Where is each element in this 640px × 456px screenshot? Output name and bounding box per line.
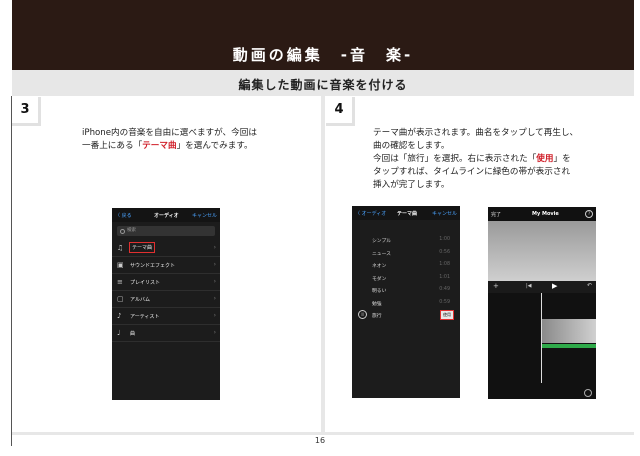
sound-effect-icon: ▣ bbox=[117, 261, 124, 269]
step-4-line3-pre: 今回は「旅行」を選択。右に表示された「 bbox=[373, 154, 537, 164]
audio-item-label: サウンドエフェクト bbox=[130, 263, 176, 269]
track-duration: 1:01 bbox=[439, 274, 450, 280]
left-margin-line bbox=[11, 96, 12, 446]
cancel-button[interactable]: キャンセル bbox=[432, 210, 457, 217]
track-row[interactable]: 勉強 0:59 bbox=[352, 297, 460, 310]
track-row[interactable]: シンプル 1:00 bbox=[352, 234, 460, 247]
subheader-bar: 編集した動画に音楽を付ける bbox=[12, 70, 634, 96]
pause-icon[interactable]: II bbox=[358, 310, 367, 319]
step-4-line3-post: 」を bbox=[553, 154, 571, 164]
section-title: 編集した動画に音楽を付ける bbox=[238, 78, 408, 92]
track-duration: 0:49 bbox=[439, 287, 450, 292]
help-icon[interactable]: ? bbox=[585, 210, 593, 218]
track-duration: 1:08 bbox=[439, 262, 450, 267]
step-number-4: 4 bbox=[326, 97, 355, 126]
track-duration: 0:56 bbox=[439, 249, 450, 255]
track-row[interactable]: 明るい 0:49 bbox=[352, 284, 460, 297]
step-3-line1: iPhone内の音楽を自由に選べますが、今回は bbox=[82, 128, 257, 138]
track-name: モダン bbox=[372, 276, 387, 282]
chevron-right-icon: › bbox=[213, 312, 216, 319]
song-icon: ♩ bbox=[117, 329, 121, 337]
step-3-line2: 一番上にある「テーマ曲」を選んでみます。 bbox=[82, 140, 302, 153]
step-4-highlight: 使用 bbox=[536, 154, 554, 164]
step-4-line1: テーマ曲が表示されます。曲名をタップして再生し、 bbox=[373, 128, 579, 138]
step-3-line2-post: 」を選んでみます。 bbox=[176, 141, 253, 151]
theme-title: テーマ曲 bbox=[397, 211, 418, 217]
page-number: 16 bbox=[314, 436, 326, 445]
playlist-icon: ≡ bbox=[117, 278, 123, 286]
page-title: 動画の編集 -音 楽- bbox=[232, 46, 414, 64]
header-bar: 動画の編集 -音 楽- bbox=[12, 0, 634, 70]
imovie-screen: 完了 My Movie ? + |◀ ▶ ↶ bbox=[488, 207, 596, 399]
chevron-right-icon: › bbox=[213, 278, 216, 285]
audio-nav-bar: 〈 戻る オーディオ キャンセル bbox=[112, 208, 220, 222]
audio-item-label: アルバム bbox=[130, 297, 150, 303]
theme-nav-bar: 〈 オーディオ テーマ曲 キャンセル bbox=[352, 206, 460, 220]
step-4-line4: タップすれば、タイムラインに緑色の帯が表示され bbox=[373, 167, 571, 177]
chevron-right-icon: › bbox=[213, 295, 216, 302]
settings-icon[interactable] bbox=[584, 389, 592, 397]
audio-item-songs[interactable]: ♩ 曲 › bbox=[112, 325, 220, 342]
step-3-line2-pre: 一番上にある「 bbox=[82, 141, 143, 151]
chevron-right-icon: › bbox=[213, 261, 216, 268]
audio-track-bar[interactable] bbox=[542, 344, 596, 348]
playback-controls: + |◀ ▶ ↶ bbox=[488, 281, 596, 293]
movie-title: My Movie bbox=[532, 211, 559, 217]
back-button[interactable]: 〈 戻る bbox=[115, 212, 132, 219]
back-to-audio-button[interactable]: 〈 オーディオ bbox=[355, 210, 386, 217]
undo-icon[interactable]: ↶ bbox=[587, 282, 592, 289]
step-4-line2: 曲の確認をします。 bbox=[373, 141, 450, 151]
audio-title: オーディオ bbox=[154, 213, 179, 219]
step-number-3: 3 bbox=[12, 97, 41, 126]
track-row[interactable]: ネオン 1:08 bbox=[352, 259, 460, 272]
track-duration: 0:59 bbox=[439, 299, 450, 305]
track-name: 旅行 bbox=[372, 314, 382, 319]
step-4-line3: 今回は「旅行」を選択。右に表示された「使用」を bbox=[373, 153, 618, 166]
track-name: 明るい bbox=[372, 289, 387, 294]
cancel-button[interactable]: キャンセル bbox=[192, 212, 217, 219]
music-note-icon: ♫ bbox=[117, 244, 124, 252]
chevron-right-icon: › bbox=[213, 329, 216, 336]
album-icon: ▢ bbox=[117, 295, 124, 303]
audio-item-theme[interactable]: ♫ テーマ曲 › bbox=[112, 240, 220, 257]
audio-item-albums[interactable]: ▢ アルバム › bbox=[112, 291, 220, 308]
use-button[interactable]: 使用 bbox=[440, 310, 454, 320]
track-row[interactable]: モダン 1:01 bbox=[352, 272, 460, 285]
artist-icon: ♪ bbox=[117, 312, 122, 320]
skip-back-icon[interactable]: |◀ bbox=[526, 283, 532, 289]
audio-item-label: 曲 bbox=[130, 331, 136, 337]
audio-screen: 〈 戻る オーディオ キャンセル 検索 ♫ テーマ曲 › ▣ サウンドエフェクト… bbox=[112, 208, 220, 400]
chevron-right-icon: › bbox=[213, 244, 216, 251]
theme-music-screen: 〈 オーディオ テーマ曲 キャンセル シンプル 1:00 ニュース 0:56 ネオン… bbox=[352, 206, 460, 398]
done-button[interactable]: 完了 bbox=[491, 211, 501, 218]
track-name: シンプル bbox=[372, 239, 392, 244]
add-icon[interactable]: + bbox=[493, 282, 499, 290]
track-name: ネオン bbox=[372, 264, 387, 269]
track-name: ニュース bbox=[372, 251, 391, 257]
video-clip[interactable] bbox=[542, 319, 596, 343]
track-row-selected[interactable]: II 旅行 使用 bbox=[352, 309, 460, 322]
step-4-text: テーマ曲が表示されます。曲名をタップして再生し、 曲の確認をします。 今回は「旅… bbox=[373, 127, 618, 192]
audio-item-playlists[interactable]: ≡ プレイリスト › bbox=[112, 274, 220, 291]
step-4-line5: 挿入が完了します。 bbox=[373, 180, 450, 190]
video-preview bbox=[488, 221, 596, 281]
audio-item-label: アーティスト bbox=[130, 314, 160, 320]
audio-item-label: テーマ曲 bbox=[128, 242, 156, 253]
audio-item-sound-effects[interactable]: ▣ サウンドエフェクト › bbox=[112, 257, 220, 274]
track-duration: 1:00 bbox=[439, 237, 450, 242]
search-input[interactable]: 検索 bbox=[117, 226, 215, 236]
column-divider bbox=[321, 96, 325, 432]
play-icon[interactable]: ▶ bbox=[552, 282, 557, 290]
track-row[interactable]: ニュース 0:56 bbox=[352, 247, 460, 260]
track-name: 勉強 bbox=[372, 301, 382, 307]
imovie-nav-bar: 完了 My Movie ? bbox=[488, 207, 596, 221]
step-3-highlight: テーマ曲 bbox=[142, 141, 177, 151]
step-3-text: iPhone内の音楽を自由に選べますが、今回は 一番上にある「テーマ曲」を選んで… bbox=[82, 127, 302, 153]
footer-line bbox=[12, 432, 634, 435]
audio-item-label: プレイリスト bbox=[130, 280, 161, 286]
audio-item-artists[interactable]: ♪ アーティスト › bbox=[112, 308, 220, 325]
